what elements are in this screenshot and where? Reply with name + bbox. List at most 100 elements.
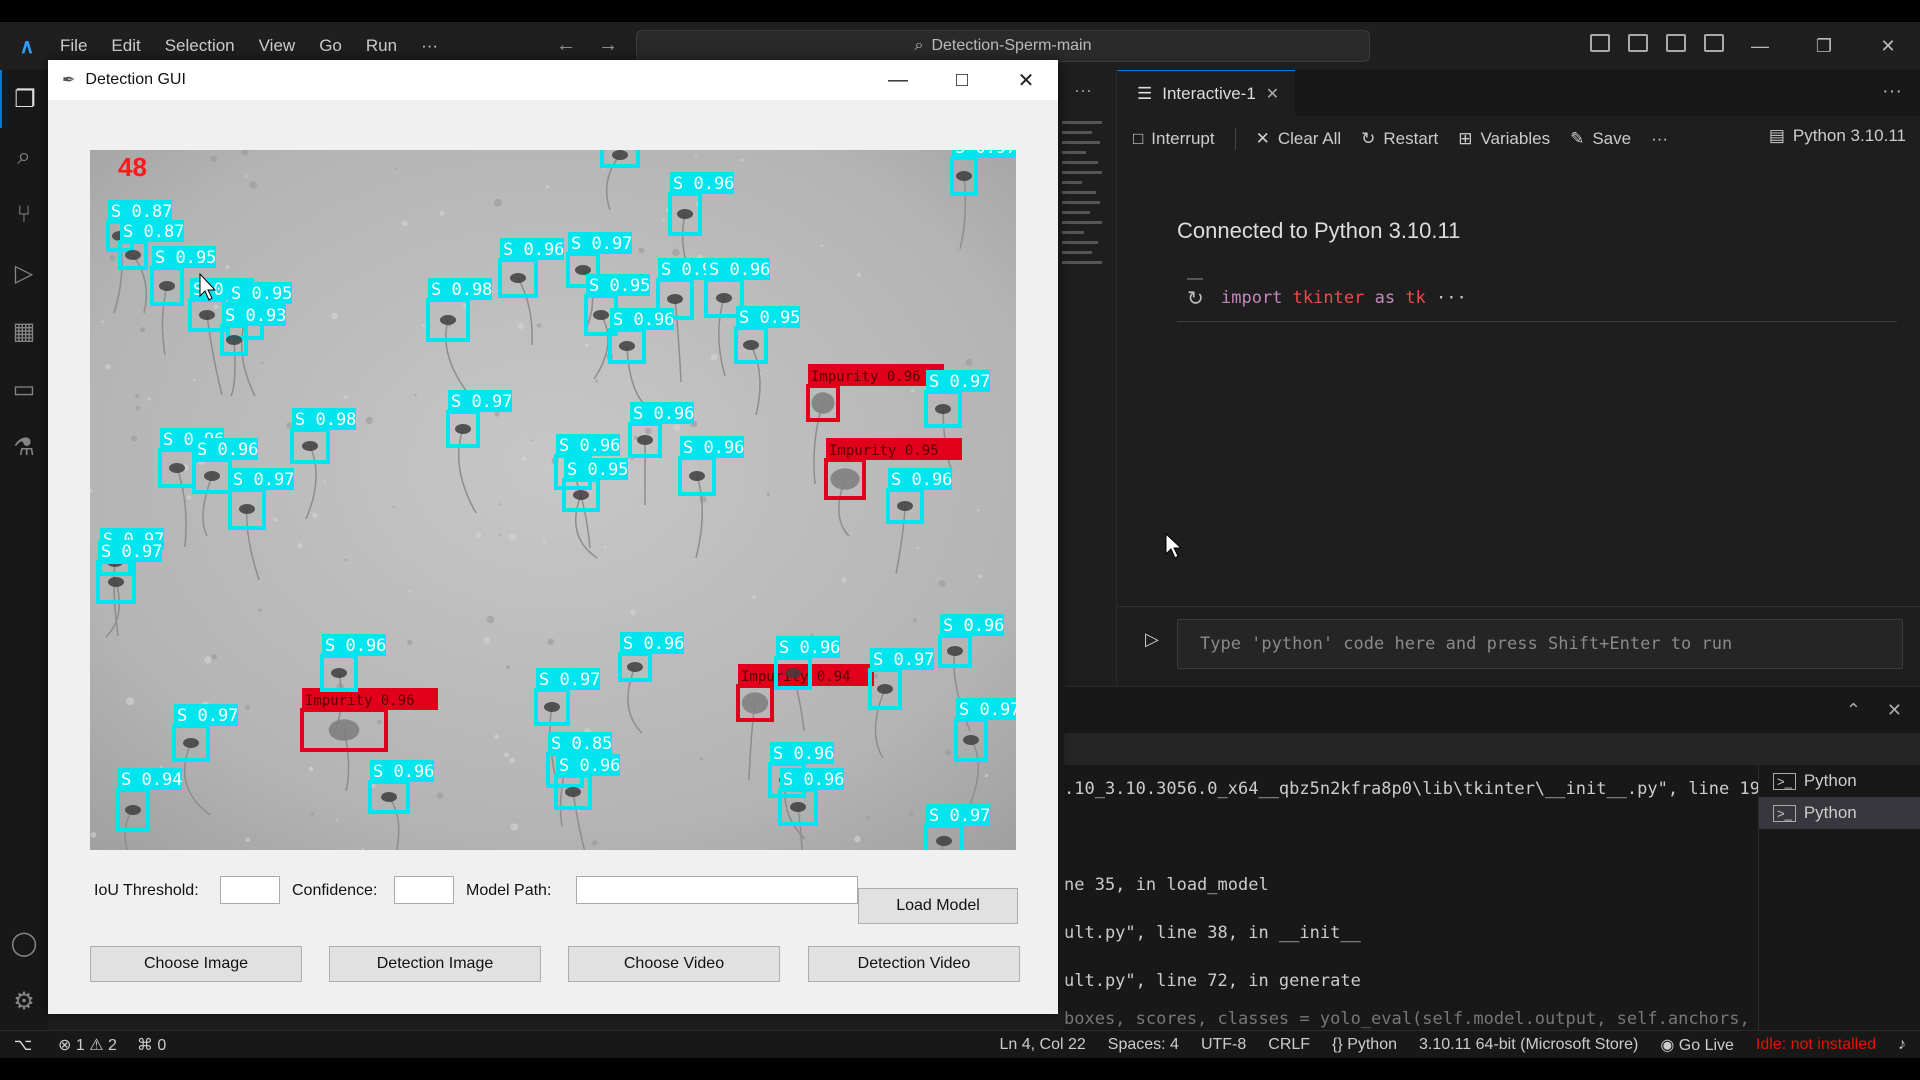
search-icon[interactable]: ⌕ <box>0 128 48 186</box>
back-arrow-icon[interactable]: ← <box>556 34 576 57</box>
editor-more-icon[interactable]: ··· <box>1074 80 1092 101</box>
choose-image-button[interactable]: Choose Image <box>90 946 302 982</box>
menu-go[interactable]: Go <box>319 36 342 56</box>
cursor-position[interactable]: Ln 4, Col 22 <box>1000 1036 1086 1054</box>
dialog-maximize-icon[interactable]: □ <box>930 60 994 100</box>
model-path-input[interactable] <box>576 876 858 904</box>
notifications-bell-icon[interactable]: ♪ <box>1898 1036 1906 1054</box>
speck <box>494 411 500 417</box>
sperm-head <box>667 294 683 304</box>
indentation[interactable]: Spaces: 4 <box>1108 1036 1179 1054</box>
sperm-head <box>199 310 215 320</box>
kernel-picker[interactable]: ▤ Python 3.10.11 <box>1769 126 1906 146</box>
sperm-head <box>627 662 643 672</box>
speck <box>536 323 542 328</box>
impurity-blob <box>830 468 860 490</box>
tab-interactive[interactable]: ☰ Interactive-1 ✕ <box>1117 70 1296 116</box>
forward-arrow-icon[interactable]: → <box>598 34 618 57</box>
run-debug-icon[interactable]: ▷ <box>0 244 48 302</box>
speck <box>673 424 681 431</box>
variables-button[interactable]: ⊞ Variables <box>1458 129 1550 149</box>
load-model-button[interactable]: Load Model <box>858 888 1018 924</box>
toggle-secondary-sidebar-icon[interactable] <box>1666 34 1686 52</box>
menu-more[interactable]: ··· <box>421 36 438 56</box>
python-input-box[interactable]: Type 'python' code here and press Shift+… <box>1177 619 1903 669</box>
clear-all-button[interactable]: ✕ Clear All <box>1256 129 1342 149</box>
minimize-icon[interactable]: — <box>1728 22 1792 70</box>
sperm-head <box>226 335 242 345</box>
error-icon: ⊗ <box>58 1036 72 1054</box>
mouse-cursor-icon <box>1165 532 1183 559</box>
maximize-panel-icon[interactable]: ⌃ <box>1846 700 1861 721</box>
python-interpreter[interactable]: 3.10.11 64-bit (Microsoft Store) <box>1419 1036 1638 1054</box>
cell-code: import tkinter as tk ··· <box>1221 288 1467 308</box>
connected-message: Connected to Python 3.10.11 <box>1177 218 1461 243</box>
speck <box>361 848 364 850</box>
speck <box>211 654 217 660</box>
terminal-icon: >_ <box>1773 772 1796 790</box>
sperm-label: S 0.95 <box>589 276 650 296</box>
testing-icon[interactable]: ⚗ <box>0 418 48 476</box>
detection-image-canvas[interactable]: S 0.96S 0.96S 0.87S 0.87S 0.95S 0.96S 0.… <box>90 150 1016 850</box>
confidence-input[interactable] <box>394 876 454 904</box>
impurity-blob <box>741 692 769 714</box>
ports-count: 0 <box>157 1036 167 1054</box>
speck <box>245 175 248 178</box>
interactive-cell[interactable]: — ↻ import tkinter as tk ··· <box>1177 270 1897 322</box>
line-ending[interactable]: CRLF <box>1268 1036 1310 1054</box>
extensions-icon[interactable]: ▦ <box>0 302 48 360</box>
account-icon[interactable]: ◯ <box>0 914 48 972</box>
menu-edit[interactable]: Edit <box>111 36 140 56</box>
sperm-label: S 0.97 <box>955 150 1016 158</box>
choose-video-button[interactable]: Choose Video <box>568 946 780 982</box>
toggle-primary-sidebar-icon[interactable] <box>1590 34 1610 52</box>
language-mode[interactable]: {} Python <box>1332 1036 1397 1054</box>
speck <box>978 574 983 579</box>
close-icon[interactable]: ✕ <box>1856 22 1920 70</box>
more-actions-icon[interactable]: ··· <box>1882 80 1902 103</box>
settings-gear-icon[interactable]: ⚙ <box>0 972 48 1030</box>
terminal-item[interactable]: >_ Python <box>1759 765 1920 797</box>
code-ellipsis: ··· <box>1436 288 1467 308</box>
dialog-minimize-icon[interactable]: — <box>866 60 930 100</box>
dialog-close-icon[interactable]: ✕ <box>994 60 1058 100</box>
save-button[interactable]: ✎ Save <box>1570 129 1631 149</box>
code-alias: tk <box>1405 288 1426 308</box>
source-control-icon[interactable]: ⑂ <box>0 186 48 244</box>
ports-status[interactable]: ⌘ 0 <box>137 1035 166 1055</box>
close-tab-icon[interactable]: ✕ <box>1266 84 1279 104</box>
detection-video-button[interactable]: Detection Video <box>808 946 1020 982</box>
problems-status[interactable]: ⊗ 1 ⚠ 2 <box>58 1035 117 1055</box>
customize-layout-icon[interactable] <box>1704 34 1724 52</box>
run-play-icon[interactable]: ▷ <box>1145 629 1159 650</box>
close-panel-icon[interactable]: ✕ <box>1887 700 1902 721</box>
sperm-label: S 0.97 <box>539 670 600 690</box>
remote-explorer-icon[interactable]: ▭ <box>0 360 48 418</box>
menu-selection[interactable]: Selection <box>165 36 235 56</box>
speck <box>493 198 502 207</box>
command-center[interactable]: ⌕ Detection-Sperm-main <box>636 30 1370 62</box>
menu-view[interactable]: View <box>259 36 296 56</box>
sperm-head <box>573 490 589 500</box>
minimap[interactable] <box>1062 114 1108 614</box>
detection-image-button[interactable]: Detection Image <box>329 946 541 982</box>
speck <box>486 615 495 624</box>
go-live[interactable]: ◉ Go Live <box>1660 1035 1734 1055</box>
terminal-item[interactable]: >_ Python <box>1759 797 1920 829</box>
explorer-icon[interactable]: ❐ <box>0 70 48 128</box>
toggle-panel-icon[interactable] <box>1628 34 1648 52</box>
speck <box>308 766 314 772</box>
restart-button[interactable]: ↻ Restart <box>1361 129 1438 149</box>
restore-icon[interactable]: ❐ <box>1792 22 1856 70</box>
detection-gui-titlebar[interactable]: ✒ Detection GUI — □ ✕ <box>48 60 1058 100</box>
speck <box>710 353 718 361</box>
speck <box>126 697 134 706</box>
menu-run[interactable]: Run <box>366 36 397 56</box>
toolbar-more-button[interactable]: ··· <box>1651 129 1668 149</box>
remote-indicator-icon[interactable]: ⌥ <box>0 1031 46 1059</box>
menu-file[interactable]: File <box>60 36 87 56</box>
interrupt-button[interactable]: □ Interrupt <box>1133 129 1215 149</box>
linter-warning[interactable]: Idle: not installed <box>1756 1036 1876 1054</box>
iou-threshold-input[interactable] <box>220 876 280 904</box>
encoding[interactable]: UTF-8 <box>1201 1036 1246 1054</box>
